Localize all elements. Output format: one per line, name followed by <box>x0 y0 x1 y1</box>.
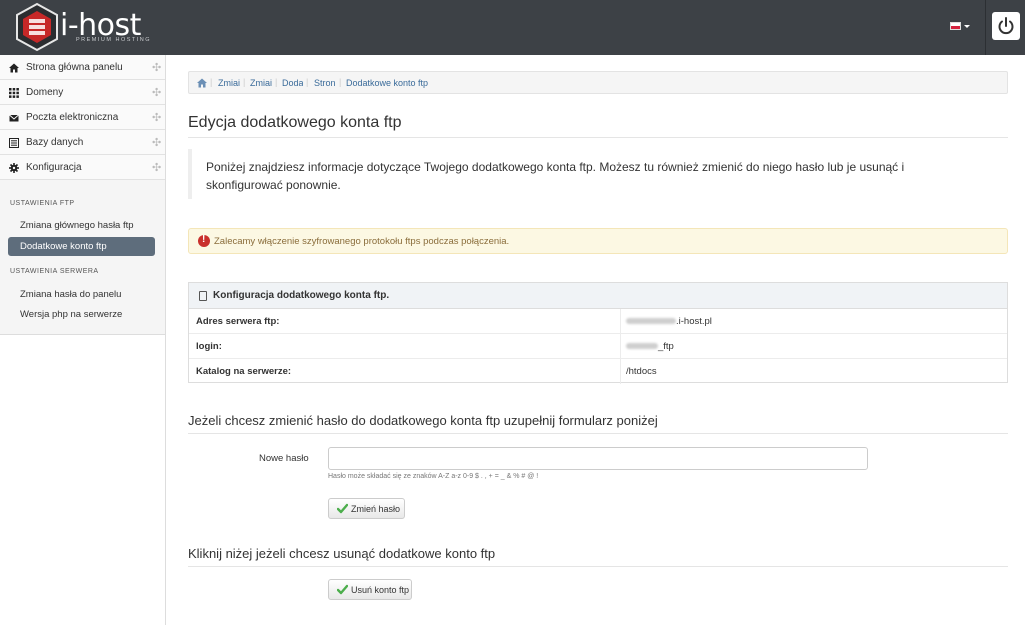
grid-icon <box>9 88 19 98</box>
home-icon[interactable] <box>197 78 207 88</box>
redacted-text <box>626 318 676 325</box>
chevron-down-icon[interactable] <box>964 25 970 28</box>
page-title: Edycja dodatkowego konta ftp <box>188 114 402 131</box>
row-value: _ftp <box>626 341 674 352</box>
table-row: Katalog na serwerze: /htdocs <box>189 359 1007 384</box>
redacted-text <box>626 343 658 350</box>
section-title-ftp: USTAWIENIA FTP <box>10 200 75 207</box>
delete-ftp-account-button[interactable]: Usuń konto ftp <box>328 579 412 600</box>
breadcrumb-item[interactable]: Zmiai <box>218 78 240 88</box>
row-key: login: <box>196 341 222 352</box>
sidebar-item-label: Zmiana głównego hasła ftp <box>20 220 134 231</box>
sidebar-item-email[interactable]: Poczta elektroniczna ✣ <box>0 105 165 130</box>
sidebar-menu: Strona główna panelu ✣ Domeny ✣ Poczta e… <box>0 55 165 335</box>
divider <box>188 433 1008 434</box>
breadcrumb: | Zmiai | Zmiai | Doda | Stron | Dodatko… <box>188 71 1008 94</box>
row-value: .i-host.pl <box>626 316 712 327</box>
sidebar-item-additional-ftp[interactable]: Dodatkowe konto ftp <box>8 237 155 256</box>
breadcrumb-current[interactable]: Dodatkowe konto ftp <box>346 78 466 88</box>
gear-icon <box>9 163 19 173</box>
table-row: login: _ftp <box>189 334 1007 359</box>
delete-account-heading: Kliknij niżej jeżeli chcesz usunąć dodat… <box>188 546 496 561</box>
breadcrumb-separator: | <box>339 77 342 87</box>
sidebar-item-home[interactable]: Strona główna panelu ✣ <box>0 55 165 80</box>
alert-text: Zalecamy włączenie szyfrowanego protokoł… <box>214 236 510 247</box>
warning-icon <box>198 234 210 247</box>
password-help-text: Hasło może składać się ze znaków A-Z a-z… <box>328 473 539 480</box>
expand-icon[interactable]: ✣ <box>152 61 161 74</box>
row-key: Adres serwera ftp: <box>196 316 280 327</box>
warning-alert: Zalecamy włączenie szyfrowanego protokoł… <box>188 228 1008 254</box>
breadcrumb-item[interactable]: Zmiai <box>250 78 272 88</box>
sidebar-item-label: Wersja php na serwerze <box>20 309 123 320</box>
power-icon <box>998 17 1014 35</box>
check-icon <box>337 503 348 514</box>
expand-icon[interactable]: ✣ <box>152 136 161 149</box>
top-bar: i-host PREMIUM HOSTING <box>0 0 1025 55</box>
new-password-label: Nowe hasło <box>259 453 309 464</box>
sidebar: Strona główna panelu ✣ Domeny ✣ Poczta e… <box>0 55 166 625</box>
expand-icon[interactable]: ✣ <box>152 86 161 99</box>
breadcrumb-item[interactable]: Stron <box>314 78 336 88</box>
logout-button[interactable] <box>992 12 1020 40</box>
change-password-heading: Jeżeli chcesz zmienić hasło do dodatkowe… <box>188 413 658 428</box>
table-row: Adres serwera ftp: .i-host.pl <box>189 309 1007 334</box>
section-title-server: USTAWIENIA SERWERA <box>10 268 99 275</box>
document-icon <box>199 291 207 301</box>
breadcrumb-separator: | <box>243 77 246 87</box>
divider <box>188 566 1008 567</box>
panel-title: Konfiguracja dodatkowego konta ftp. <box>213 290 390 301</box>
sidebar-item-label: Poczta elektroniczna <box>26 112 119 123</box>
panel-header: Konfiguracja dodatkowego konta ftp. <box>189 283 1007 309</box>
divider <box>188 137 1008 138</box>
sidebar-item-main-ftp-password[interactable]: Zmiana głównego hasła ftp <box>8 216 155 235</box>
sidebar-item-configuration[interactable]: Konfiguracja ✣ <box>0 155 165 180</box>
sidebar-item-label: Dodatkowe konto ftp <box>20 241 107 252</box>
flag-pl-icon[interactable] <box>950 22 961 30</box>
breadcrumb-item[interactable]: Doda <box>282 78 303 88</box>
expand-icon[interactable]: ✣ <box>152 111 161 124</box>
intro-blockquote: Poniżej znajdziesz informacje dotyczące … <box>188 149 1008 199</box>
envelope-icon <box>9 114 19 122</box>
button-label: Usuń konto ftp <box>351 585 410 595</box>
list-icon <box>9 138 19 148</box>
check-icon <box>337 584 348 595</box>
sidebar-item-php-version[interactable]: Wersja php na serwerze <box>8 305 155 324</box>
sidebar-item-label: Zmiana hasła do panelu <box>20 289 122 300</box>
sidebar-item-panel-password[interactable]: Zmiana hasła do panelu <box>8 285 155 304</box>
breadcrumb-separator: | <box>275 77 278 87</box>
brand-tagline: PREMIUM HOSTING <box>76 37 152 43</box>
expand-icon[interactable]: ✣ <box>152 161 161 174</box>
new-password-input[interactable] <box>328 447 868 470</box>
breadcrumb-separator: | <box>210 77 213 87</box>
button-label: Zmień hasło <box>351 504 401 514</box>
logout-area <box>985 0 1025 55</box>
row-value: /htdocs <box>626 366 657 377</box>
breadcrumb-separator: | <box>306 77 309 87</box>
sidebar-item-databases[interactable]: Bazy danych ✣ <box>0 130 165 155</box>
ftp-config-panel: Konfiguracja dodatkowego konta ftp. Adre… <box>188 282 1008 384</box>
row-key: Katalog na serwerze: <box>196 366 292 377</box>
intro-text: Poniżej znajdziesz informacje dotyczące … <box>206 160 905 192</box>
sidebar-item-label: Domeny <box>26 87 64 98</box>
sidebar-item-label: Bazy danych <box>26 137 84 148</box>
home-icon <box>9 63 19 73</box>
sidebar-item-label: Konfiguracja <box>26 162 82 173</box>
sidebar-item-domains[interactable]: Domeny ✣ <box>0 80 165 105</box>
logo-icon[interactable] <box>12 2 62 52</box>
change-password-button[interactable]: Zmień hasło <box>328 498 405 519</box>
sidebar-item-label: Strona główna panelu <box>26 62 123 73</box>
